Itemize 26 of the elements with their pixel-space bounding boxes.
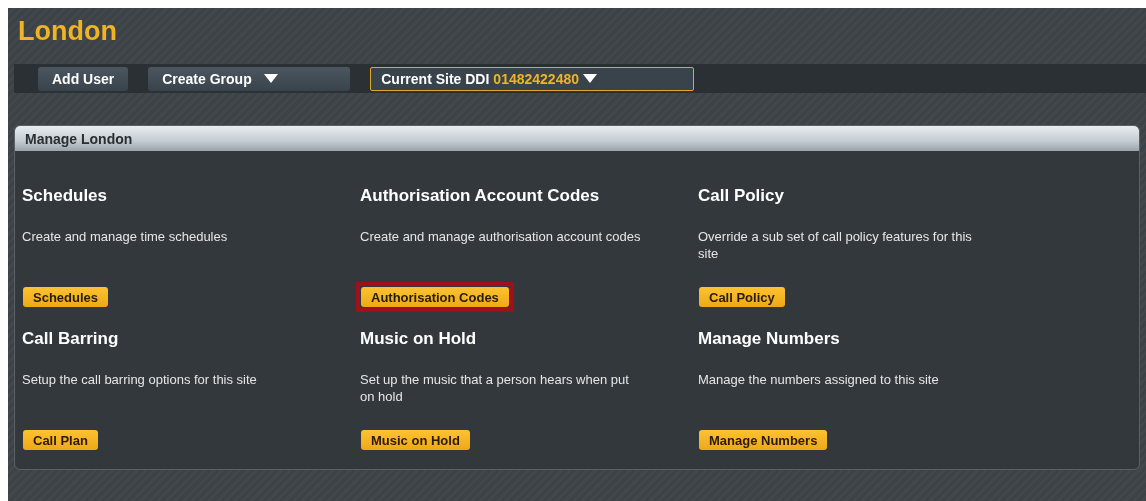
site-ddi-dropdown[interactable]: Current Site DDI 01482422480 <box>370 66 695 91</box>
section-description: Create and manage authorisation account codes <box>360 228 642 246</box>
toolbar-button[interactable]: Add User <box>38 66 129 91</box>
ddi-number: 01482422480 <box>493 70 579 87</box>
section-description: Setup the call barring options for this site <box>22 371 258 389</box>
action-button[interactable]: Authorisation Codes <box>361 287 509 307</box>
action-button[interactable]: Schedules <box>23 287 109 307</box>
action-button[interactable]: Call Policy <box>699 287 785 307</box>
action-button[interactable]: Music on Hold <box>361 430 470 450</box>
caret-icon <box>583 74 597 83</box>
panel-title: Manage London <box>25 130 133 147</box>
section-heading: Schedules <box>22 186 109 207</box>
page-title: London <box>17 15 118 48</box>
section-heading: Music on Hold <box>360 329 478 350</box>
section-description: Manage the numbers assigned to this site <box>698 371 940 389</box>
section-heading: Call Barring <box>22 329 120 350</box>
section-heading: Authorisation Account Codes <box>360 186 601 207</box>
section-description: Override a sub set of call policy features for this site <box>698 228 973 263</box>
caret-icon <box>263 74 278 83</box>
section-description: Set up the music that a person hears when put on hold <box>360 371 630 406</box>
section-description: Create and manage time schedules <box>22 228 229 246</box>
section-heading: Manage Numbers <box>698 329 841 350</box>
dropdown-button[interactable]: Create Group <box>148 66 351 91</box>
action-button[interactable]: Call Plan <box>23 430 98 450</box>
section-heading: Call Policy <box>698 186 785 207</box>
action-button[interactable]: Manage Numbers <box>699 430 828 450</box>
